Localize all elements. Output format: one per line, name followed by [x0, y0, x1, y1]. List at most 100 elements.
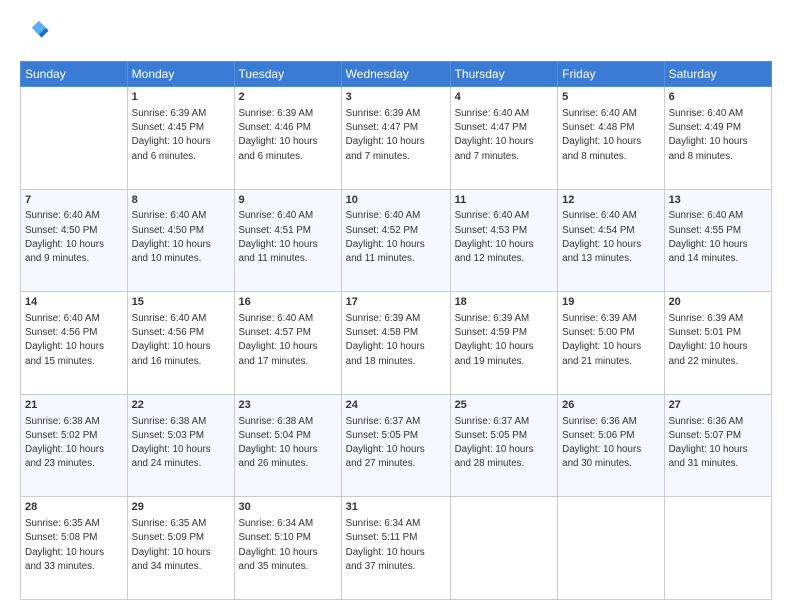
day-cell: 22 Sunrise: 6:38 AM Sunset: 5:03 PM Dayli…: [127, 394, 234, 497]
day-info: Sunrise: 6:36 AM Sunset: 5:06 PM Dayligh…: [562, 416, 641, 470]
day-info: Sunrise: 6:39 AM Sunset: 4:45 PM Dayligh…: [132, 108, 211, 162]
day-number: 31: [346, 500, 446, 515]
day-number: 26: [562, 398, 659, 413]
day-info: Sunrise: 6:40 AM Sunset: 4:49 PM Dayligh…: [669, 108, 748, 162]
week-row-3: 14 Sunrise: 6:40 AM Sunset: 4:56 PM Dayli…: [21, 292, 772, 395]
day-cell: 28 Sunrise: 6:35 AM Sunset: 5:08 PM Dayli…: [21, 497, 128, 600]
day-number: 7: [25, 193, 123, 208]
day-number: 30: [239, 500, 337, 515]
day-number: 15: [132, 295, 230, 310]
day-number: 5: [562, 90, 659, 105]
day-info: Sunrise: 6:37 AM Sunset: 5:05 PM Dayligh…: [346, 416, 425, 470]
week-row-1: 1 Sunrise: 6:39 AM Sunset: 4:45 PM Daylig…: [21, 87, 772, 190]
day-number: 12: [562, 193, 659, 208]
header: [20, 18, 772, 51]
day-cell: 11 Sunrise: 6:40 AM Sunset: 4:53 PM Dayli…: [450, 189, 558, 292]
day-info: Sunrise: 6:38 AM Sunset: 5:04 PM Dayligh…: [239, 416, 318, 470]
day-cell: 30 Sunrise: 6:34 AM Sunset: 5:10 PM Dayli…: [234, 497, 341, 600]
day-cell: 23 Sunrise: 6:38 AM Sunset: 5:04 PM Dayli…: [234, 394, 341, 497]
day-number: 16: [239, 295, 337, 310]
day-cell: 18 Sunrise: 6:39 AM Sunset: 4:59 PM Dayli…: [450, 292, 558, 395]
day-number: 1: [132, 90, 230, 105]
day-number: 17: [346, 295, 446, 310]
day-cell: 4Sunrise: 6:40 AM Sunset: 4:47 PM Daylig…: [450, 87, 558, 190]
week-row-4: 21Sunrise: 6:38 AM Sunset: 5:02 PM Dayli…: [21, 394, 772, 497]
week-row-2: 7 Sunrise: 6:40 AM Sunset: 4:50 PM Daylig…: [21, 189, 772, 292]
day-number: 3: [346, 90, 446, 105]
day-info: Sunrise: 6:34 AM Sunset: 5:10 PM Dayligh…: [239, 518, 318, 572]
day-cell: 7 Sunrise: 6:40 AM Sunset: 4:50 PM Daylig…: [21, 189, 128, 292]
day-number: 6: [669, 90, 767, 105]
day-cell: 2Sunrise: 6:39 AM Sunset: 4:46 PM Daylig…: [234, 87, 341, 190]
day-info: Sunrise: 6:38 AM Sunset: 5:03 PM Dayligh…: [132, 416, 211, 470]
day-number: 13: [669, 193, 767, 208]
day-number: 20: [669, 295, 767, 310]
day-cell: [558, 497, 664, 600]
day-cell: 29Sunrise: 6:35 AM Sunset: 5:09 PM Dayli…: [127, 497, 234, 600]
day-info: Sunrise: 6:35 AM Sunset: 5:09 PM Dayligh…: [132, 518, 211, 572]
day-cell: 5 Sunrise: 6:40 AM Sunset: 4:48 PM Daylig…: [558, 87, 664, 190]
day-cell: 6 Sunrise: 6:40 AM Sunset: 4:49 PM Daylig…: [664, 87, 771, 190]
day-info: Sunrise: 6:40 AM Sunset: 4:56 PM Dayligh…: [132, 313, 211, 367]
day-cell: 9 Sunrise: 6:40 AM Sunset: 4:51 PM Daylig…: [234, 189, 341, 292]
day-cell: [450, 497, 558, 600]
day-info: Sunrise: 6:40 AM Sunset: 4:54 PM Dayligh…: [562, 210, 641, 264]
day-number: 18: [455, 295, 554, 310]
week-row-5: 28 Sunrise: 6:35 AM Sunset: 5:08 PM Dayli…: [21, 497, 772, 600]
day-cell: 24Sunrise: 6:37 AM Sunset: 5:05 PM Dayli…: [341, 394, 450, 497]
day-cell: 13 Sunrise: 6:40 AM Sunset: 4:55 PM Dayli…: [664, 189, 771, 292]
day-number: 28: [25, 500, 123, 515]
day-cell: 20 Sunrise: 6:39 AM Sunset: 5:01 PM Dayli…: [664, 292, 771, 395]
day-number: 10: [346, 193, 446, 208]
day-cell: 1 Sunrise: 6:39 AM Sunset: 4:45 PM Daylig…: [127, 87, 234, 190]
day-info: Sunrise: 6:37 AM Sunset: 5:05 PM Dayligh…: [455, 416, 534, 470]
column-header-tuesday: Tuesday: [234, 62, 341, 87]
day-info: Sunrise: 6:40 AM Sunset: 4:55 PM Dayligh…: [669, 210, 748, 264]
day-cell: 3Sunrise: 6:39 AM Sunset: 4:47 PM Daylig…: [341, 87, 450, 190]
day-info: Sunrise: 6:40 AM Sunset: 4:56 PM Dayligh…: [25, 313, 104, 367]
day-info: Sunrise: 6:40 AM Sunset: 4:48 PM Dayligh…: [562, 108, 641, 162]
day-info: Sunrise: 6:40 AM Sunset: 4:47 PM Dayligh…: [455, 108, 534, 162]
day-cell: 8 Sunrise: 6:40 AM Sunset: 4:50 PM Daylig…: [127, 189, 234, 292]
day-info: Sunrise: 6:40 AM Sunset: 4:50 PM Dayligh…: [25, 210, 104, 264]
day-info: Sunrise: 6:39 AM Sunset: 5:01 PM Dayligh…: [669, 313, 748, 367]
day-cell: 15 Sunrise: 6:40 AM Sunset: 4:56 PM Dayli…: [127, 292, 234, 395]
day-cell: 25 Sunrise: 6:37 AM Sunset: 5:05 PM Dayli…: [450, 394, 558, 497]
day-cell: 31 Sunrise: 6:34 AM Sunset: 5:11 PM Dayli…: [341, 497, 450, 600]
day-info: Sunrise: 6:38 AM Sunset: 5:02 PM Dayligh…: [25, 416, 104, 470]
day-number: 11: [455, 193, 554, 208]
day-info: Sunrise: 6:34 AM Sunset: 5:11 PM Dayligh…: [346, 518, 425, 572]
column-header-friday: Friday: [558, 62, 664, 87]
day-info: Sunrise: 6:39 AM Sunset: 4:59 PM Dayligh…: [455, 313, 534, 367]
day-number: 9: [239, 193, 337, 208]
day-info: Sunrise: 6:40 AM Sunset: 4:53 PM Dayligh…: [455, 210, 534, 264]
day-number: 8: [132, 193, 230, 208]
page: SundayMondayTuesdayWednesdayThursdayFrid…: [0, 0, 792, 612]
day-info: Sunrise: 6:35 AM Sunset: 5:08 PM Dayligh…: [25, 518, 104, 572]
day-cell: 10 Sunrise: 6:40 AM Sunset: 4:52 PM Dayli…: [341, 189, 450, 292]
day-cell: 27 Sunrise: 6:36 AM Sunset: 5:07 PM Dayli…: [664, 394, 771, 497]
day-number: 14: [25, 295, 123, 310]
day-cell: 26 Sunrise: 6:36 AM Sunset: 5:06 PM Dayli…: [558, 394, 664, 497]
day-cell: [21, 87, 128, 190]
day-cell: 16Sunrise: 6:40 AM Sunset: 4:57 PM Dayli…: [234, 292, 341, 395]
day-number: 23: [239, 398, 337, 413]
logo: [20, 18, 50, 51]
day-info: Sunrise: 6:36 AM Sunset: 5:07 PM Dayligh…: [669, 416, 748, 470]
logo-icon: [22, 18, 50, 46]
day-info: Sunrise: 6:40 AM Sunset: 4:51 PM Dayligh…: [239, 210, 318, 264]
day-info: Sunrise: 6:40 AM Sunset: 4:52 PM Dayligh…: [346, 210, 425, 264]
day-number: 22: [132, 398, 230, 413]
day-cell: 14 Sunrise: 6:40 AM Sunset: 4:56 PM Dayli…: [21, 292, 128, 395]
day-number: 19: [562, 295, 659, 310]
day-cell: 19Sunrise: 6:39 AM Sunset: 5:00 PM Dayli…: [558, 292, 664, 395]
day-number: 2: [239, 90, 337, 105]
day-info: Sunrise: 6:40 AM Sunset: 4:50 PM Dayligh…: [132, 210, 211, 264]
calendar-header-row: SundayMondayTuesdayWednesdayThursdayFrid…: [21, 62, 772, 87]
day-cell: [664, 497, 771, 600]
column-header-monday: Monday: [127, 62, 234, 87]
column-header-sunday: Sunday: [21, 62, 128, 87]
day-number: 27: [669, 398, 767, 413]
column-header-saturday: Saturday: [664, 62, 771, 87]
day-number: 25: [455, 398, 554, 413]
